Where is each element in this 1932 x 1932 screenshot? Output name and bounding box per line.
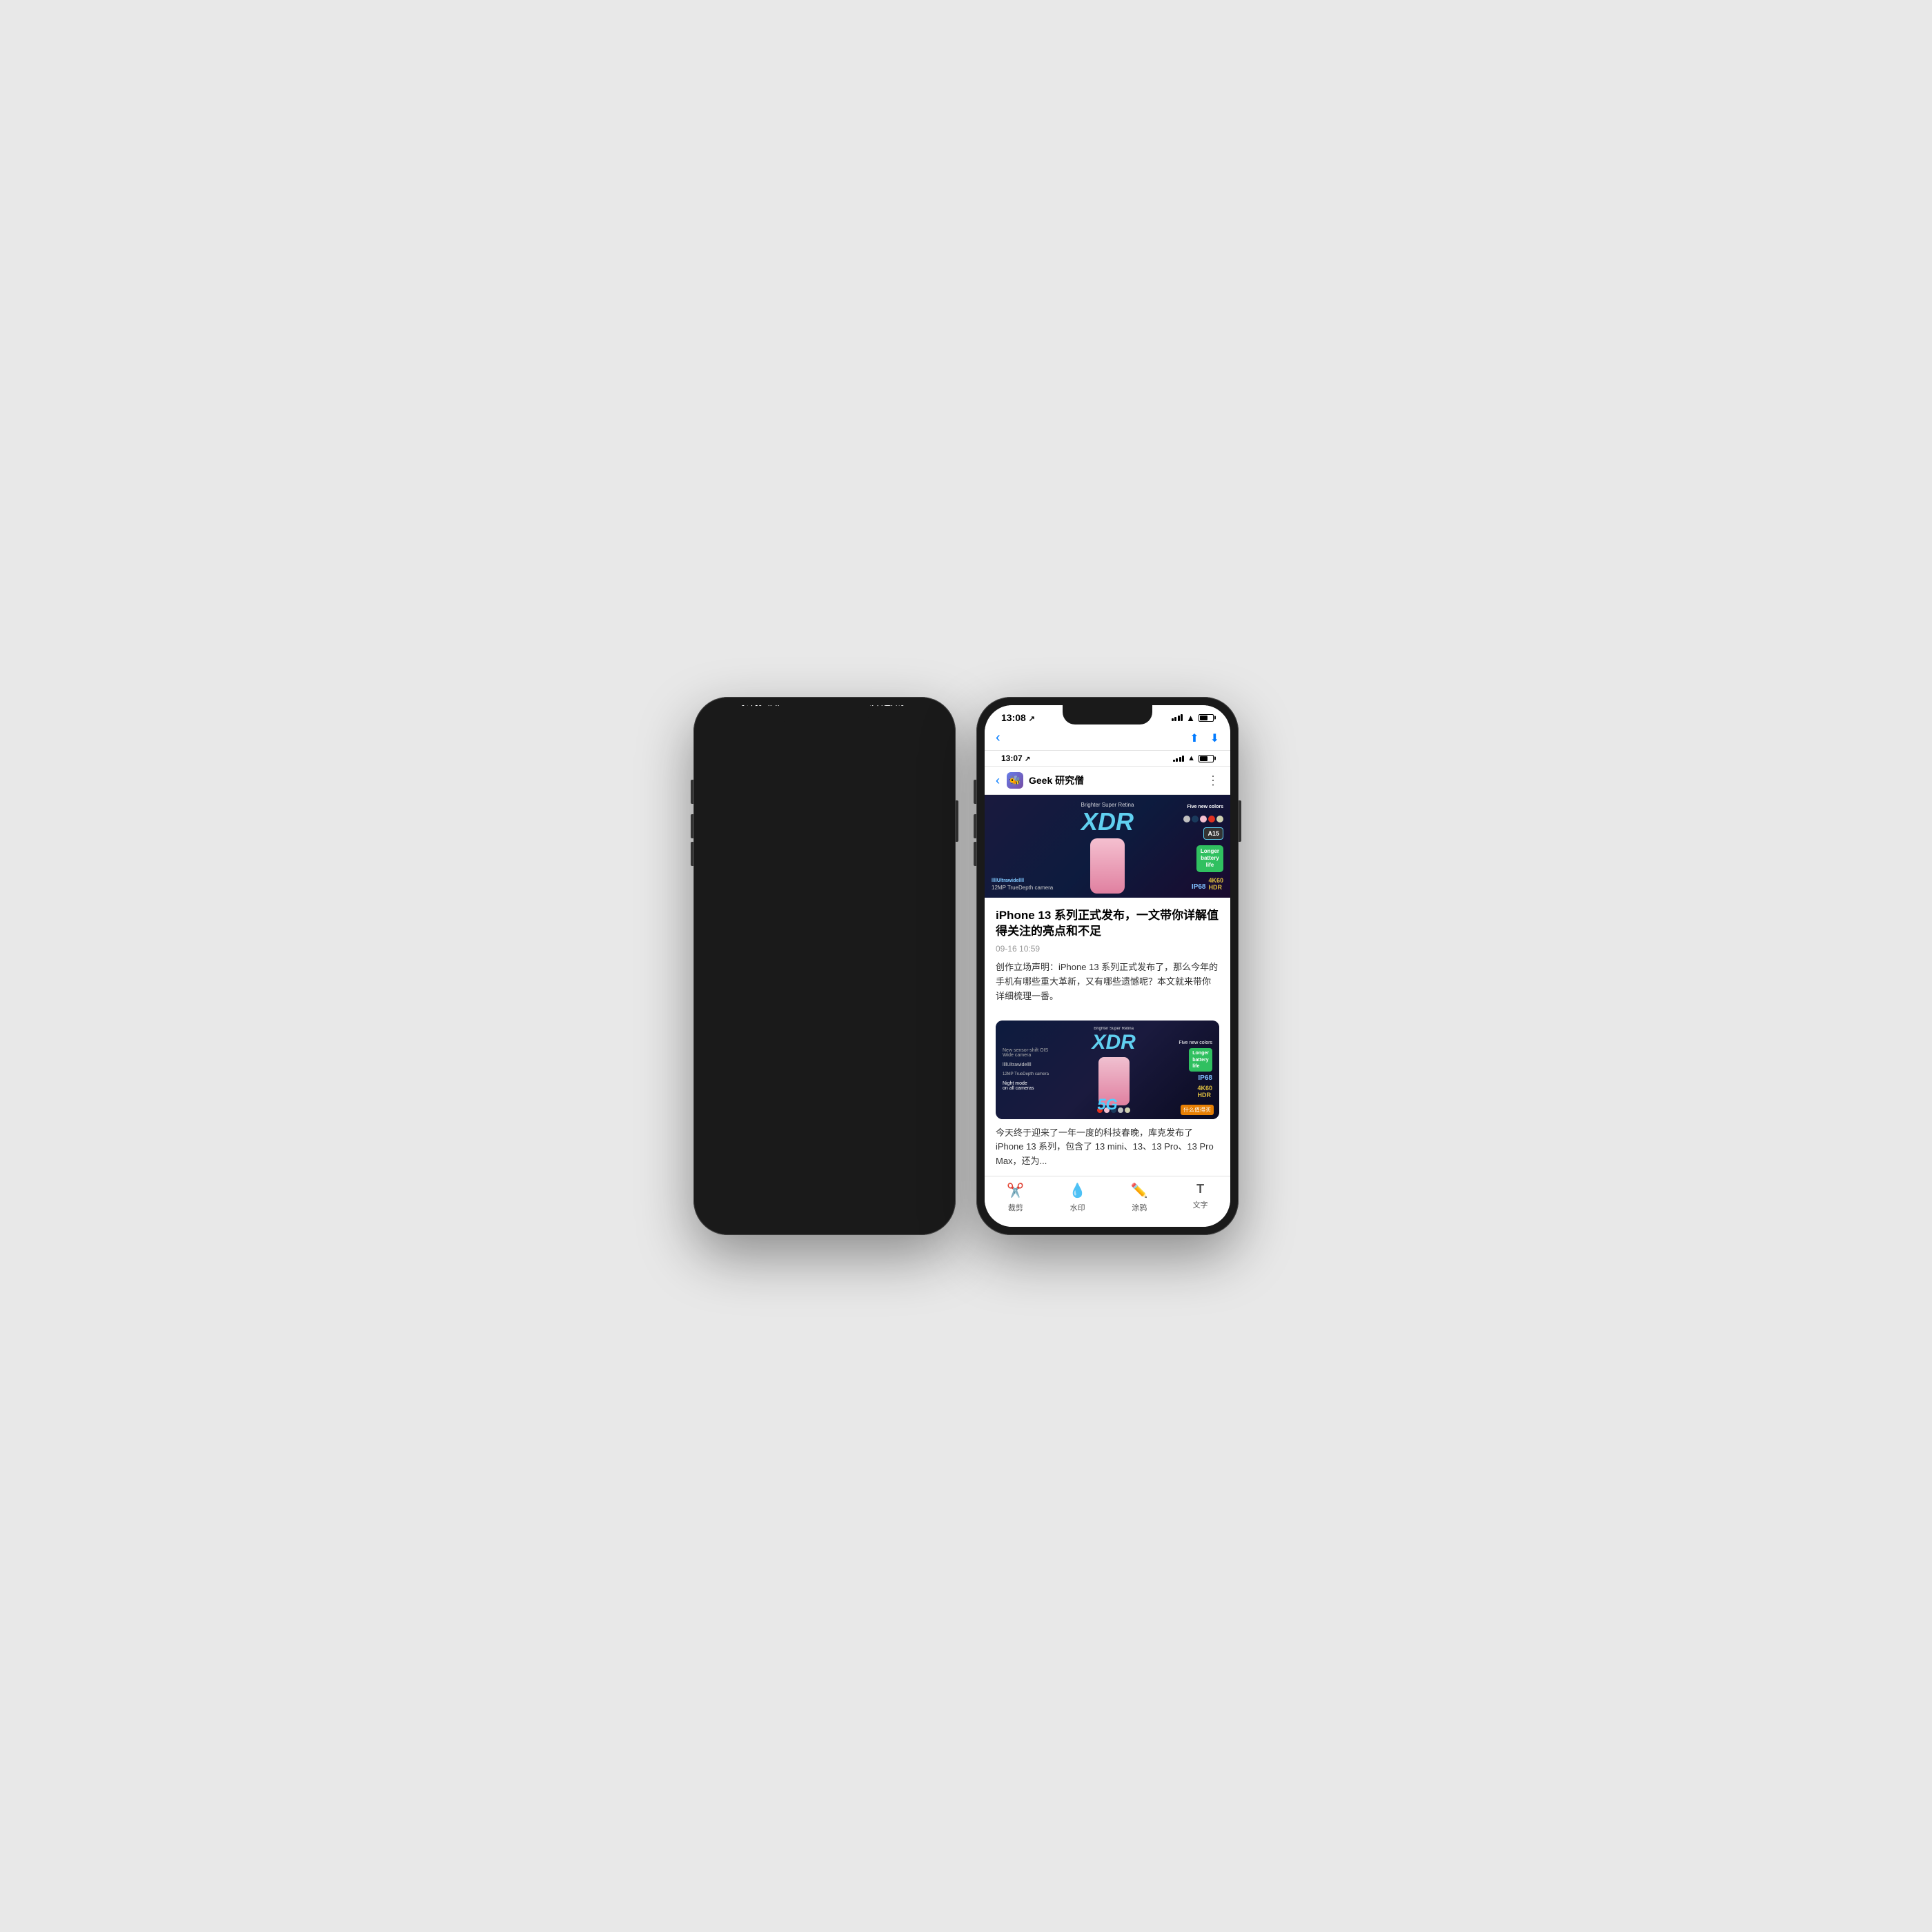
banner2-night-label: Night modeon all cameras	[1003, 1081, 1049, 1091]
site-info: 🐝 Geek 研究僧	[1007, 772, 1200, 789]
battery-icon	[1199, 714, 1214, 722]
banner2-ip68: IP68	[1198, 1074, 1212, 1082]
left-phone-frame: 您屏幕上包括通知在内的所有内容，均将被录制。启用"勿扰模式"以避免意外通知。 屏…	[693, 697, 956, 1235]
banner2-xdr-text: XDR	[1092, 1031, 1135, 1054]
banner2-sensor-label: New sensor-shift OISWide camera	[1003, 1048, 1049, 1058]
inner-battery-icon	[1199, 755, 1214, 762]
banner2-right: Five new colors Longerbatterylife IP68 4…	[1179, 1041, 1212, 1098]
specs-badges: IP68 4K60HDR	[1192, 877, 1223, 891]
status-icons: ▲	[1172, 713, 1214, 723]
banner2-left: New sensor-shift OISWide camera llllUltr…	[1003, 1048, 1049, 1091]
banner2-battery-badge: Longerbatterylife	[1189, 1048, 1212, 1071]
color-dots	[1183, 816, 1223, 822]
direction-icon: ↗	[1029, 715, 1035, 723]
article-title: iPhone 13 系列正式发布，一文带你详解值得关注的亮点和不足	[996, 907, 1219, 940]
site-favicon: 🐝	[1007, 772, 1023, 789]
banner2-zhide-label: 什么值得买	[1181, 1105, 1214, 1115]
banner2-sr-label: Brighter Super Retina	[1094, 1027, 1134, 1031]
site-name: Geek 研究僧	[1029, 773, 1084, 787]
more-options-button[interactable]: ⋮	[1207, 773, 1219, 788]
longer-battery-badge: Longerbatterylife	[1196, 845, 1223, 872]
color-dot-blue	[1192, 816, 1199, 822]
color-dot-red	[1208, 816, 1215, 822]
banner2-5g-label: 5G	[1097, 1096, 1117, 1114]
inner-signal-icon	[1173, 756, 1185, 762]
article-date: 09-16 10:59	[996, 944, 1219, 954]
download-icon[interactable]: ⬇	[1210, 731, 1219, 745]
inner-status-time: 13:07 ↗	[1001, 753, 1030, 763]
banner-center: Brighter Super Retina XDR	[1070, 802, 1145, 894]
bottom-toolbar: ✂️ 裁剪 💧 水印 ✏️ 涂鸦 T 文字	[985, 1176, 1230, 1227]
signal-icon	[1172, 714, 1183, 721]
address-back-button[interactable]: ‹	[996, 773, 1000, 788]
address-bar: ‹ 🐝 Geek 研究僧 ⋮	[985, 767, 1230, 795]
phone-silhouette	[1090, 838, 1125, 894]
article-body: 今天终于迎来了一年一度的科技春晚，库克发布了 iPhone 13 系列，包含了 …	[985, 1126, 1230, 1176]
browser-action-buttons: ⬆ ⬇	[1190, 731, 1219, 745]
wifi-icon: ▲	[1186, 713, 1195, 723]
watermark-icon: 💧	[1069, 1182, 1086, 1199]
a15-badge: A15	[1203, 827, 1223, 840]
banner2-five-label: Five new colors	[1179, 1041, 1212, 1045]
watermark-tool[interactable]: 💧 水印	[1069, 1182, 1086, 1213]
browser-back-button[interactable]: ‹	[996, 730, 1000, 746]
color-dot-silver	[1183, 816, 1190, 822]
right-phone-screen: 13:08 ↗ ▲	[985, 705, 1230, 1227]
super-retina-label: Brighter Super Retina	[1081, 802, 1134, 808]
xdr-text: XDR	[1081, 809, 1134, 834]
crop-icon: ✂️	[1007, 1182, 1024, 1199]
top-promo-banner: llllUltrawidellll 12MP TrueDepth camera …	[985, 795, 1230, 898]
second-promo-banner: New sensor-shift OISWide camera llllUltr…	[996, 1021, 1219, 1119]
banner-left: llllUltrawidellll 12MP TrueDepth camera	[992, 802, 1067, 894]
right-screen: 13:08 ↗ ▲	[985, 705, 1230, 1227]
main-container: 您屏幕上包括通知在内的所有内容，均将被录制。启用"勿扰模式"以避免意外通知。 屏…	[693, 697, 1239, 1235]
ip68-label: IP68	[1192, 883, 1206, 891]
status-time: 13:08 ↗	[1001, 712, 1035, 723]
left-phone-screen: 您屏幕上包括通知在内的所有内容，均将被录制。启用"勿扰模式"以避免意外通知。 屏…	[702, 705, 947, 1227]
banner2-hdr: 4K60HDR	[1197, 1085, 1212, 1098]
draw-tool[interactable]: ✏️ 涂鸦	[1131, 1182, 1148, 1213]
color-dot-star	[1216, 816, 1223, 822]
share-icon[interactable]: ⬆	[1190, 731, 1199, 745]
hdr-label: 4K60HDR	[1208, 877, 1223, 891]
content-area: llllUltrawidellll 12MP TrueDepth camera …	[985, 795, 1230, 1176]
banner2-cam-label: 12MP TrueDepth camera	[1003, 1072, 1049, 1076]
text-icon: T	[1196, 1182, 1204, 1196]
five-colors-label: Five new colors	[1187, 805, 1223, 809]
crop-tool[interactable]: ✂️ 裁剪	[1007, 1182, 1024, 1213]
article-section: iPhone 13 系列正式发布，一文带你详解值得关注的亮点和不足 09-16 …	[985, 898, 1230, 1014]
article-body-text: 今天终于迎来了一年一度的科技春晚，库克发布了 iPhone 13 系列，包含了 …	[996, 1126, 1219, 1169]
draw-icon: ✏️	[1131, 1182, 1148, 1199]
browser-toolbar: ‹ ⬆ ⬇	[985, 726, 1230, 751]
article-summary: 创作立场声明：iPhone 13 系列正式发布了，那么今年的手机有哪些重大革新，…	[996, 960, 1219, 1003]
color-dot-pink	[1200, 816, 1207, 822]
inner-status-bar: 13:07 ↗ ▲	[985, 751, 1230, 767]
inner-direction-icon: ↗	[1025, 756, 1030, 763]
text-tool[interactable]: T 文字	[1193, 1182, 1208, 1213]
battery-fill	[1200, 716, 1208, 720]
inner-status-icons: ▲	[1173, 754, 1214, 762]
right-notch	[1063, 705, 1152, 724]
left-notch	[780, 705, 869, 724]
draw-label: 涂鸦	[1132, 1202, 1147, 1213]
second-banner-inner: New sensor-shift OISWide camera llllUltr…	[996, 1021, 1219, 1119]
right-phone-frame: 13:08 ↗ ▲	[976, 697, 1239, 1235]
inner-battery-fill	[1200, 756, 1208, 761]
inner-wifi-icon: ▲	[1187, 754, 1195, 762]
ultrawide-label: llllUltrawidellll	[992, 878, 1067, 883]
banner-right: Five new colors A15	[1148, 802, 1223, 894]
banner2-ultra-label: llllUltrawidellll	[1003, 1063, 1049, 1067]
crop-label: 裁剪	[1008, 1202, 1023, 1213]
camera-label: 12MP TrueDepth camera	[992, 885, 1067, 891]
text-label: 文字	[1193, 1199, 1208, 1210]
watermark-label: 水印	[1070, 1202, 1085, 1213]
